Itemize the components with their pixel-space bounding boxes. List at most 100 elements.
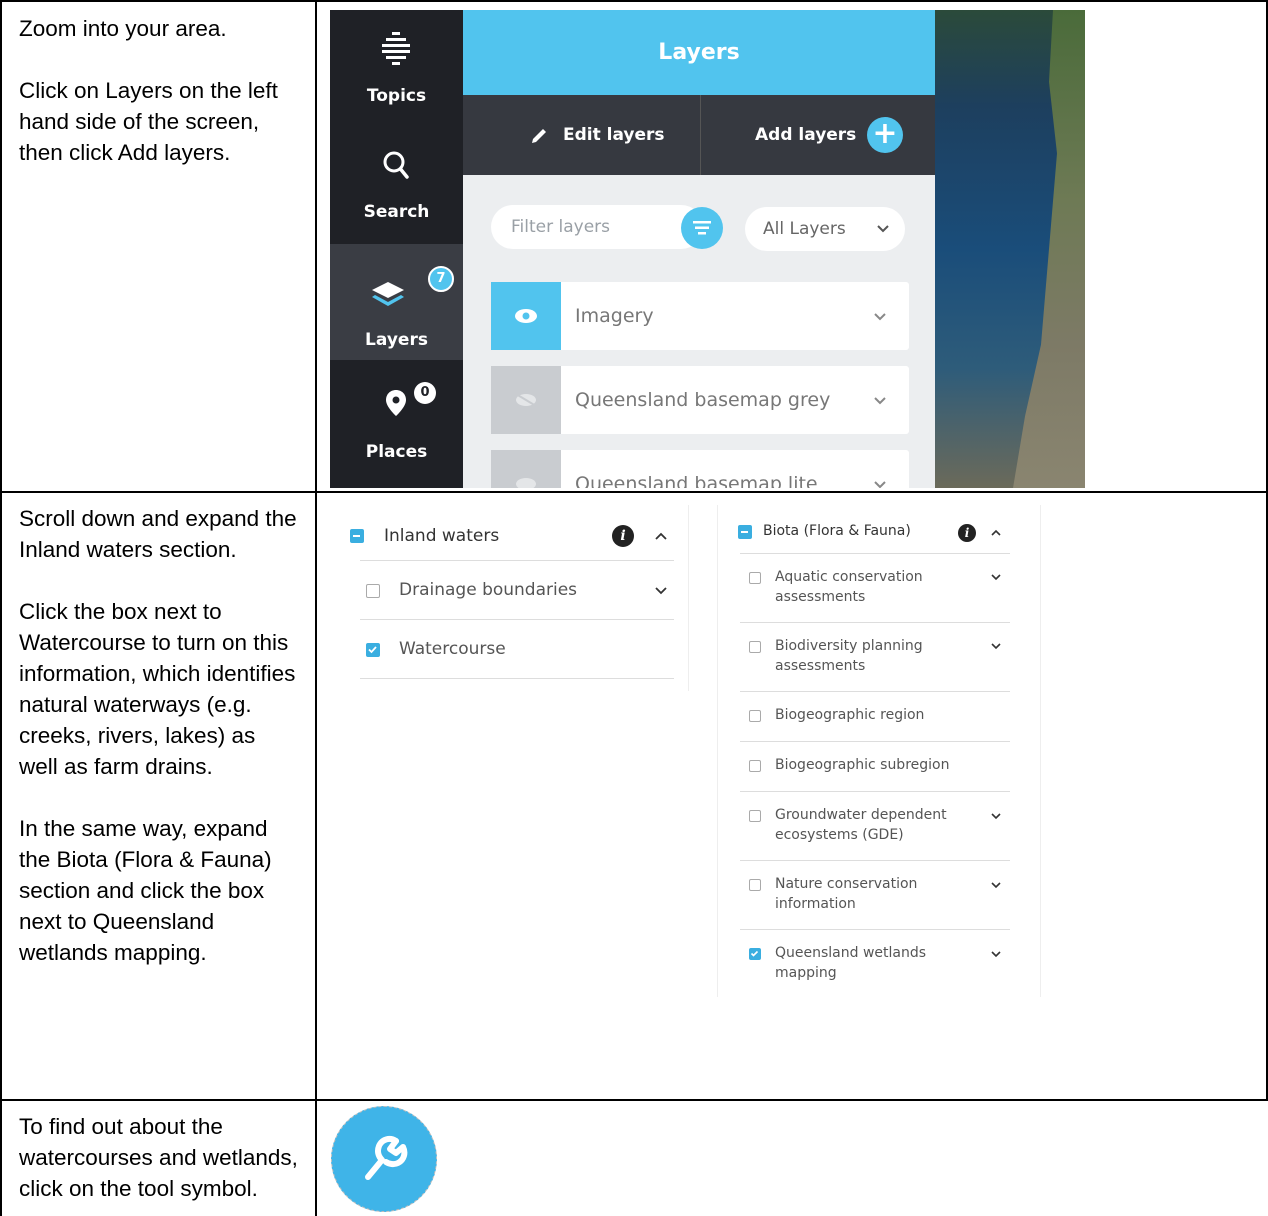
separator [740,860,1010,861]
layer-name: Queensland basemap grey [575,389,831,411]
layer-checkbox[interactable] [749,641,761,653]
chevron-down-icon[interactable] [873,388,887,412]
instruction-text: Scroll down and expand the Inland waters… [19,506,297,562]
layer-label: Queensland wetlands [775,945,927,961]
map-landmass [1013,10,1085,488]
layer-checkbox[interactable] [749,760,761,772]
panel-actions-bar: Edit layers Add layers + [463,95,935,175]
layer-label: Biogeographic region [775,707,925,723]
separator [740,622,1010,623]
chevron-down-icon[interactable] [991,951,1001,958]
instructions-row-1: Zoom into your area. Click on Layers on … [19,13,299,168]
separator [360,619,674,620]
layers-scope-dropdown[interactable]: All Layers [745,207,905,251]
layers-count-badge: 7 [428,266,454,292]
layer-label-line2: ecosystems (GDE) [775,827,904,843]
chevron-down-icon[interactable] [991,882,1001,889]
visibility-toggle[interactable] [491,366,561,434]
instruction-text: In the same way, expand the Biota (Flora… [19,816,272,965]
eye-icon [515,309,537,323]
nav-label: Topics [366,86,427,106]
section-checkbox[interactable] [738,525,752,539]
filter-icon [693,221,711,235]
layer-label-line2: assessments [775,658,866,674]
chevron-down-icon[interactable] [655,587,667,595]
layer-label: Aquatic conservation [775,569,923,585]
add-layers-label: Add layers [755,125,857,145]
layer-row[interactable]: Queensland basemap lite [491,450,909,488]
tool-button[interactable] [331,1106,437,1212]
layer-checkbox[interactable] [749,572,761,584]
separator [740,553,1010,554]
nav-search[interactable]: Search [330,128,463,244]
layer-label-line2: information [775,896,856,912]
table-border-top [0,0,1268,2]
instruction-text: Zoom into your area. [19,16,227,41]
layer-label: Biodiversity planning [775,638,923,654]
layer-checkbox[interactable] [366,584,380,598]
map-pin-icon [386,390,406,416]
table-column-divider [315,0,317,1216]
nav-layers[interactable]: 7 Layers [330,244,463,360]
layers-app-screenshot: Topics Search 7 Layers 0 Places Layers E… [330,10,1085,488]
layer-label: Nature conservation [775,876,918,892]
layer-row[interactable]: Queensland basemap grey [491,366,909,434]
separator [360,560,674,561]
nav-label: Places [365,442,428,462]
layer-checkbox[interactable] [749,879,761,891]
instruction-text: Click on Layers on the left hand side of… [19,78,278,165]
chevron-down-icon[interactable] [873,472,887,488]
layer-checkbox[interactable] [749,948,761,960]
nav-topics[interactable]: Topics [330,10,463,128]
search-icon [383,151,409,179]
chevron-down-icon[interactable] [873,304,887,328]
chevron-down-icon[interactable] [991,813,1001,820]
layers-panel: Layers Edit layers Add layers + Filter l… [463,10,935,488]
layer-label-line2: mapping [775,965,837,981]
layers-icon [372,282,404,306]
table-border-left [0,0,2,1216]
chevron-down-icon[interactable] [991,643,1001,650]
layer-label: Groundwater dependent [775,807,947,823]
layer-checkbox[interactable] [749,810,761,822]
edit-layers-label: Edit layers [563,125,665,145]
chevron-down-icon[interactable] [991,574,1001,581]
side-nav: Topics Search 7 Layers 0 Places [330,10,463,488]
table-row-divider-2 [0,1099,1268,1101]
separator [740,691,1010,692]
pencil-icon [532,129,546,143]
section-title: Inland waters [384,526,500,546]
layer-name: Queensland basemap lite [575,473,818,488]
biota-section: Biota (Flora & Fauna) i Aquatic conserva… [717,505,1041,997]
places-count-badge: 0 [414,382,436,404]
wrench-icon [365,1135,408,1180]
instructions-row-2: Scroll down and expand the Inland waters… [19,503,299,968]
chevron-up-icon[interactable] [991,529,1001,536]
layer-label: Watercourse [399,639,506,659]
visibility-toggle[interactable] [491,450,561,488]
layer-row[interactable]: Imagery [491,282,909,350]
nav-label: Search [363,202,430,222]
layer-checkbox[interactable] [749,710,761,722]
add-layers-button[interactable]: Add layers + [755,95,935,175]
topics-icon [382,32,410,65]
layer-label: Drainage boundaries [399,580,578,600]
filter-layers-input[interactable]: Filter layers [491,205,703,249]
nav-places[interactable]: 0 Places [330,360,463,488]
layer-checkbox[interactable] [366,643,380,657]
panel-title: Layers [463,10,935,95]
map-view[interactable] [935,10,1085,488]
layer-label-line2: assessments [775,589,866,605]
instructions-row-3: To find out about the watercourses and w… [19,1111,299,1204]
actions-divider [700,95,701,175]
info-icon[interactable]: i [958,524,976,542]
info-icon[interactable]: i [612,525,634,547]
visibility-toggle[interactable] [491,282,561,350]
section-checkbox[interactable] [350,529,364,543]
filter-button[interactable] [681,207,723,249]
instruction-text: To find out about the watercourses and w… [19,1114,298,1201]
instruction-text: Click the box next to Watercourse to tur… [19,599,296,779]
chevron-up-icon[interactable] [655,532,667,540]
chevron-down-icon [877,225,889,233]
separator [740,929,1010,930]
